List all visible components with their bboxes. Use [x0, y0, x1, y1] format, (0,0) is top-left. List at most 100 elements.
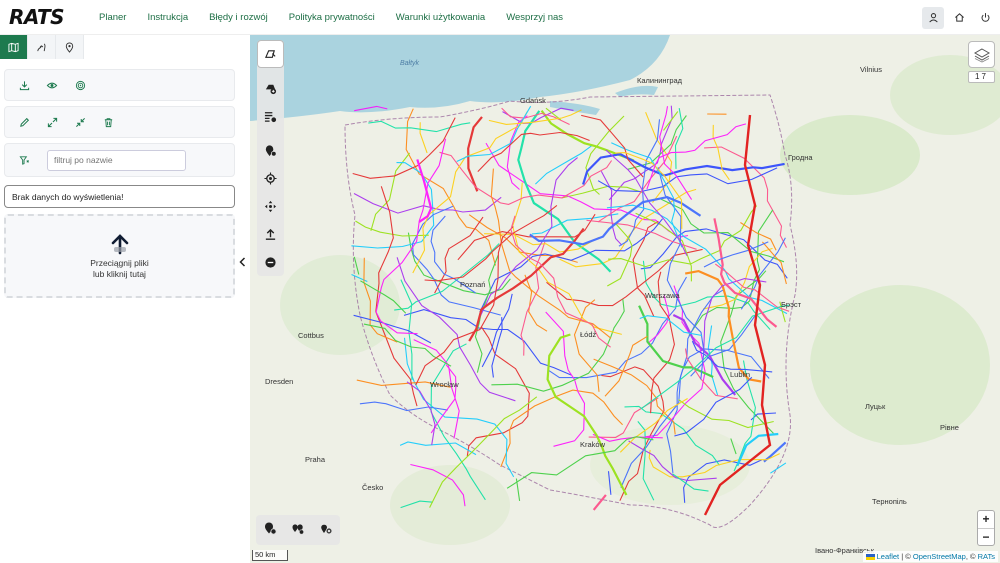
user-icon	[928, 13, 938, 23]
user-button[interactable]	[922, 6, 944, 29]
sidebar-tabs	[0, 35, 240, 59]
dropzone-text: Przeciągnij pliki lub kliknij tutaj	[90, 258, 149, 280]
visibility-button[interactable]	[39, 72, 65, 98]
map-tool-upload[interactable]	[257, 220, 284, 248]
collapse-sidebar-button[interactable]	[239, 257, 246, 270]
pencil-icon	[19, 117, 29, 127]
map-attribution: Leaflet | © OpenStreetMap, © RATs	[862, 551, 998, 562]
tab-map[interactable]	[0, 35, 28, 59]
map-label-ternopil: Тернопіль	[872, 497, 907, 506]
edit-button[interactable]	[11, 109, 37, 135]
nav-actions	[922, 0, 1000, 35]
filter-panel	[4, 143, 235, 177]
layers-button[interactable]	[968, 41, 995, 68]
map-label-dresden: Dresden	[265, 377, 294, 386]
sidebar: Brak danych do wyświetlenia! Przeciągnij…	[0, 35, 240, 563]
map-label-cesko: Česko	[362, 483, 384, 492]
eye-icon	[46, 82, 58, 88]
markers-clear-button[interactable]	[319, 521, 333, 540]
map-label-krakow: Kraków	[580, 440, 606, 449]
zoom-control: + −	[977, 510, 995, 546]
map-label-poznan: Poznań	[460, 280, 486, 289]
app-logo[interactable]: RATS	[9, 5, 89, 29]
filter-input[interactable]	[47, 149, 186, 171]
tab-points[interactable]	[56, 35, 84, 59]
nav-polityka[interactable]: Polityka prywatności	[289, 12, 375, 23]
zoom-level-value: 7	[981, 72, 988, 81]
map-label-lublin: Lublin	[730, 370, 751, 379]
dropzone-line2: lub kliknij tutaj	[93, 268, 146, 279]
crosshair-icon	[264, 171, 277, 185]
map-bottom-toolbar	[256, 515, 340, 545]
map-label-baltic: Bałtyk	[400, 60, 420, 67]
filter-icon	[18, 155, 29, 165]
leaflet-link[interactable]: Leaflet	[877, 552, 900, 561]
file-dropzone[interactable]: Przeciągnij pliki lub kliknij tutaj	[4, 214, 235, 298]
upload-arrow-icon	[111, 233, 128, 254]
markers-group-button[interactable]	[291, 521, 305, 540]
chevron-left-icon	[239, 257, 246, 267]
dropzone-line1: Przeciągnij pliki	[90, 257, 149, 268]
map-tool-locate[interactable]	[257, 164, 284, 192]
filter-button[interactable]	[11, 147, 37, 173]
layer-add-icon	[265, 84, 277, 94]
map-tool-undo-route[interactable]	[257, 40, 284, 68]
download-icon	[19, 80, 29, 90]
map-tool-add-layer[interactable]	[257, 74, 284, 102]
attribution-sep2: , ©	[965, 552, 978, 561]
osm-link[interactable]: OpenStreetMap	[913, 552, 966, 561]
map-tool-move[interactable]	[257, 192, 284, 220]
map-label-lodz: Łódź	[580, 330, 597, 339]
minus-circle-icon	[265, 256, 276, 268]
location-pin-icon	[65, 42, 74, 53]
nav-bledy[interactable]: Błędy i rozwój	[209, 12, 268, 23]
map-label-rivne: Рівне	[940, 423, 959, 432]
rats-link[interactable]: RATs	[978, 552, 995, 561]
trash-icon	[104, 117, 112, 127]
map-label-wroclaw: Wrocław	[430, 380, 459, 389]
target-icon	[75, 80, 85, 90]
map-icon	[8, 42, 19, 52]
power-button[interactable]	[974, 7, 996, 29]
nav-wesprzyj[interactable]: Wesprzyj nas	[506, 12, 563, 23]
map-label-praha: Praha	[305, 455, 326, 464]
collapse-button[interactable]	[67, 109, 93, 135]
expand-icon	[47, 117, 57, 127]
map-label-kaliningrad: Калининград	[637, 76, 683, 85]
nav-warunki[interactable]: Warunki użytkowania	[396, 12, 485, 23]
target-button[interactable]	[67, 72, 93, 98]
map-tool-add-marker[interactable]	[257, 136, 284, 164]
map-tool-list-settings[interactable]	[257, 102, 284, 130]
marker-settings-button[interactable]	[263, 521, 277, 540]
map-tool-remove[interactable]	[257, 248, 284, 276]
map-label-cottbus: Cottbus	[298, 331, 324, 340]
top-navbar: RATS Planer Instrukcja Błędy i rozwój Po…	[0, 0, 1000, 35]
zoom-level-display: 17	[968, 71, 995, 83]
marker-add-icon	[265, 144, 277, 157]
zoom-out-button[interactable]: −	[978, 529, 994, 547]
map-label-gdansk: Gdańsk	[520, 96, 546, 105]
map-view[interactable]: Калининград Vilnius Gdańsk Гродна Брэст …	[250, 35, 1000, 563]
home-button[interactable]	[948, 7, 970, 29]
file-actions-panel	[4, 69, 235, 101]
map-scale-bar: 50 km	[252, 550, 288, 561]
download-button[interactable]	[11, 72, 37, 98]
ukraine-flag-icon	[865, 554, 875, 560]
map-label-grodno: Гродна	[788, 153, 813, 162]
compress-icon	[75, 117, 85, 127]
map-label-brest: Брэст	[781, 300, 802, 309]
route-edit-icon	[265, 49, 276, 58]
expand-button[interactable]	[39, 109, 65, 135]
markers-clear-icon	[321, 524, 333, 534]
delete-button[interactable]	[95, 109, 121, 135]
nav-instrukcja[interactable]: Instrukcja	[147, 12, 188, 23]
map-label-vilnius: Vilnius	[860, 65, 882, 74]
tab-routes[interactable]	[28, 35, 56, 59]
map-label-lutsk: Луцьк	[865, 402, 886, 411]
edit-actions-panel	[4, 106, 235, 138]
map-label-warszawa: Warszawa	[645, 291, 680, 300]
zoom-in-button[interactable]: +	[978, 511, 994, 529]
nav-planer[interactable]: Planer	[99, 12, 126, 23]
route-icon	[37, 43, 46, 51]
home-icon	[954, 13, 964, 22]
